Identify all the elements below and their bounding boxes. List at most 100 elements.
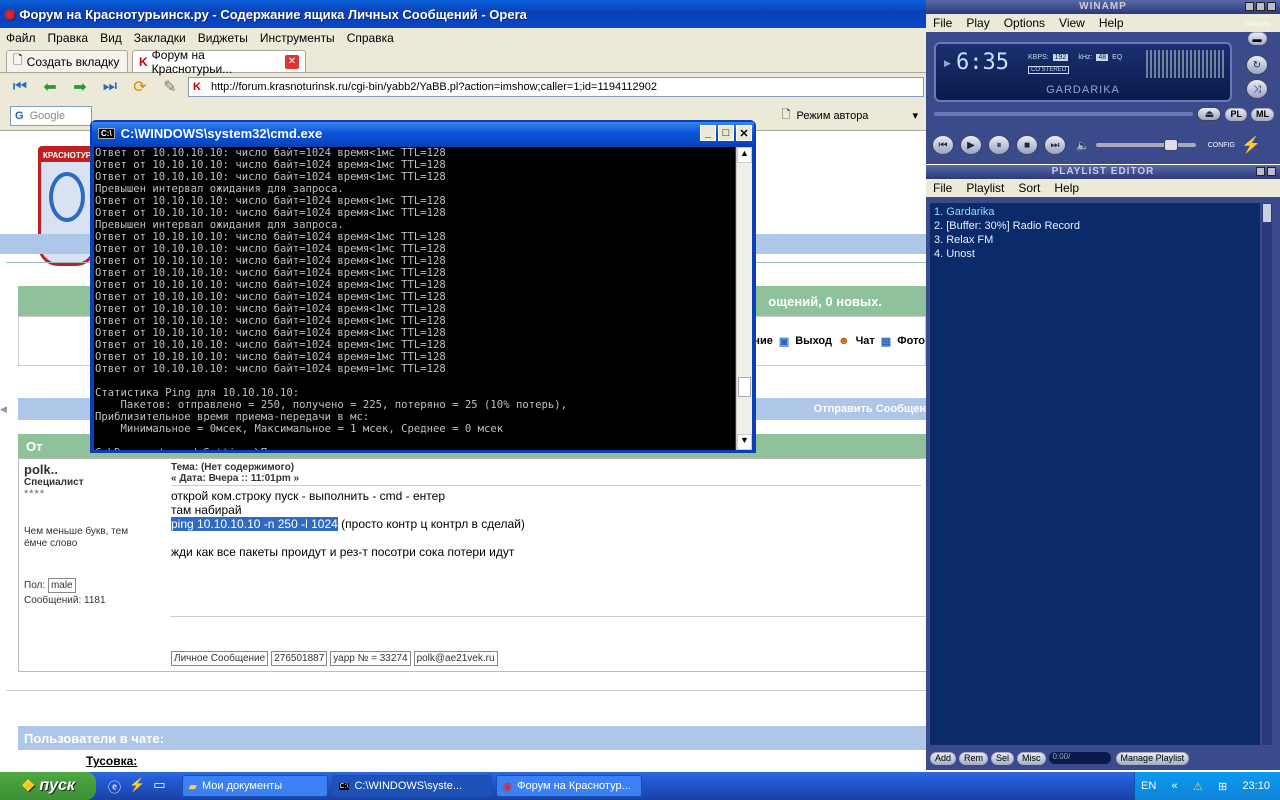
winamp-launch-icon[interactable]: ⚡: [129, 777, 145, 796]
playlist-list[interactable]: 1. Gardarika 2. [Buffer: 30%] Radio Reco…: [930, 203, 1260, 745]
author-mode-button[interactable]: 🗋 Режим автора ▾: [782, 106, 918, 125]
icq-number[interactable]: 276501887: [271, 651, 328, 666]
opera-title-bar[interactable]: ◉ Форум на Краснотурьинск.ру - Содержани…: [0, 0, 926, 28]
pl-manage-button[interactable]: Manage Playlist: [1115, 751, 1190, 765]
pl-close-icon[interactable]: [1267, 167, 1276, 176]
ie-icon[interactable]: ⓔ: [108, 777, 121, 796]
volume-thumb[interactable]: [1163, 139, 1178, 151]
pl-add-button[interactable]: Add: [930, 751, 957, 765]
menu-help[interactable]: Справка: [341, 31, 400, 45]
task-cmd[interactable]: C:\ C:\WINDOWS\syste...: [331, 775, 492, 797]
minimize-icon[interactable]: _: [700, 125, 716, 141]
playlist-title[interactable]: PLAYLIST EDITOR: [926, 165, 1280, 179]
cmd-title-bar[interactable]: C:\ C:\WINDOWS\system32\cmd.exe _ □ ✕: [92, 122, 754, 144]
scroll-down-icon[interactable]: ▼: [737, 434, 752, 450]
nav-profile-link[interactable]: ние: [753, 335, 773, 347]
ml-toggle[interactable]: ML: [1251, 107, 1274, 121]
play-icon[interactable]: ▶: [960, 135, 982, 155]
author-name[interactable]: polk..: [24, 462, 164, 477]
tusovka-link[interactable]: Тусовка:: [86, 754, 137, 768]
cmd-scrollbar[interactable]: ▲ ▼: [736, 147, 752, 450]
pl-toggle[interactable]: PL: [1225, 107, 1247, 121]
winamp-title[interactable]: WINAMP: [926, 0, 1280, 14]
email-link[interactable]: polk@ae21vek.ru: [413, 651, 498, 666]
menu-tools[interactable]: Инструменты: [254, 31, 341, 45]
lightning-icon[interactable]: ⚡: [1241, 135, 1261, 155]
reload-icon[interactable]: ⟳: [128, 77, 152, 97]
tab-forum[interactable]: K Форум на Краснотурьи... ✕: [132, 48, 306, 76]
cmd-console-output[interactable]: Ответ от 10.10.10.10: число байт=1024 вр…: [94, 147, 735, 450]
pl-menu-file[interactable]: File: [926, 181, 959, 195]
gender-label: Пол:: [24, 580, 46, 591]
close-icon[interactable]: ✕: [736, 125, 752, 141]
pl-scrollbar[interactable]: [1262, 203, 1272, 745]
menu-edit[interactable]: Правка: [42, 31, 95, 45]
nav-chat-link[interactable]: Чат: [856, 335, 875, 347]
tab-bar: 🗋 Создать вкладку K Форум на Краснотурьи…: [0, 47, 926, 76]
pl-rem-button[interactable]: Rem: [959, 751, 989, 765]
back-icon[interactable]: ⬅: [38, 77, 62, 97]
shuffle-icon[interactable]: ⤨: [1246, 79, 1268, 99]
menu-bookmarks[interactable]: Закладки: [128, 31, 192, 45]
send-message-link[interactable]: Отправить Сообщен: [814, 403, 926, 415]
google-search-input[interactable]: G Google: [10, 105, 92, 126]
menu-view[interactable]: Вид: [94, 31, 128, 45]
pl-menu-sort[interactable]: Sort: [1011, 181, 1047, 195]
volume-slider[interactable]: [1095, 139, 1196, 151]
rewind-icon[interactable]: ⏮: [8, 77, 32, 97]
highlighted-command[interactable]: ping 10.10.10.10 -n 250 -l 1024: [171, 517, 338, 531]
post-date: « Дата: Вчера :: 11:01pm »: [171, 473, 300, 484]
language-indicator[interactable]: EN: [1141, 780, 1156, 792]
repeat-icon[interactable]: ↻: [1246, 55, 1268, 75]
config-button[interactable]: CONFIG: [1208, 142, 1235, 149]
task-opera[interactable]: ◉ Форум на Краснотур...: [495, 775, 642, 797]
scroll-thumb[interactable]: [738, 377, 751, 397]
pl-menu-playlist[interactable]: Playlist: [959, 181, 1011, 195]
playlist-item[interactable]: 4. Unost: [934, 247, 1256, 261]
close-tab-icon[interactable]: ✕: [285, 54, 299, 69]
next-icon[interactable]: ⏭: [1044, 135, 1066, 155]
playlist-item[interactable]: 3. Relax FM: [934, 233, 1256, 247]
warning-icon[interactable]: ⚠: [1193, 780, 1203, 793]
wa-menu-help[interactable]: Help: [1092, 16, 1131, 30]
stop-icon[interactable]: ■: [1016, 135, 1038, 155]
maximize-icon[interactable]: □: [718, 125, 734, 141]
pl-sel-button[interactable]: Sel: [991, 751, 1015, 765]
wa-shade-icon[interactable]: [1256, 2, 1265, 11]
wa-menu-view[interactable]: View: [1052, 16, 1092, 30]
scroll-up-icon[interactable]: ▲: [737, 147, 752, 163]
pl-menu-help[interactable]: Help: [1047, 181, 1086, 195]
desktop-icon[interactable]: ▭: [153, 777, 165, 796]
menu-file[interactable]: Файл: [0, 31, 42, 45]
new-tab-button[interactable]: 🗋 Создать вкладку: [6, 50, 128, 72]
fast-forward-icon[interactable]: ⏭: [98, 77, 122, 97]
prev-icon[interactable]: ⏮: [932, 135, 954, 155]
pm-button[interactable]: Личное Сообщение: [171, 651, 269, 666]
forward-icon[interactable]: ➡: [68, 77, 92, 97]
tray-chevron-icon[interactable]: «: [1172, 780, 1178, 792]
playlist-item[interactable]: 2. [Buffer: 30%] Radio Record: [934, 219, 1256, 233]
wa-menu-file[interactable]: File: [926, 16, 959, 30]
video-vis-button[interactable]: ▬: [1247, 32, 1267, 45]
playlist-item[interactable]: 1. Gardarika: [934, 205, 1256, 219]
address-text: http://forum.krasnoturinsk.ru/cgi-bin/ya…: [210, 81, 658, 93]
edit-icon[interactable]: ✎: [158, 77, 182, 97]
wa-minimize-icon[interactable]: [1245, 2, 1254, 11]
start-button[interactable]: ❖ пуск: [0, 772, 96, 800]
wa-menu-play[interactable]: Play: [959, 16, 996, 30]
nav-photo-link[interactable]: Фото: [897, 335, 925, 347]
seek-bar[interactable]: [934, 112, 1194, 116]
menu-widgets[interactable]: Виджеты: [192, 31, 254, 45]
wa-menu-options[interactable]: Options: [997, 16, 1052, 30]
nav-exit-link[interactable]: Выход: [795, 335, 832, 347]
address-bar[interactable]: K http://forum.krasnoturinsk.ru/cgi-bin/…: [188, 77, 924, 97]
network-icon[interactable]: ⊞: [1218, 780, 1227, 793]
yarr-number[interactable]: уарр № = 33274: [330, 651, 411, 666]
task-my-documents[interactable]: ▰ Мои документы: [181, 775, 328, 797]
pl-shade-icon[interactable]: [1256, 167, 1265, 176]
pl-scroll-thumb[interactable]: [1263, 204, 1271, 222]
wa-close-icon[interactable]: [1267, 2, 1276, 11]
pause-icon[interactable]: ⏸: [988, 135, 1010, 155]
eject-icon[interactable]: ⏏: [1197, 107, 1222, 121]
pl-misc-button[interactable]: Misc: [1017, 751, 1046, 765]
